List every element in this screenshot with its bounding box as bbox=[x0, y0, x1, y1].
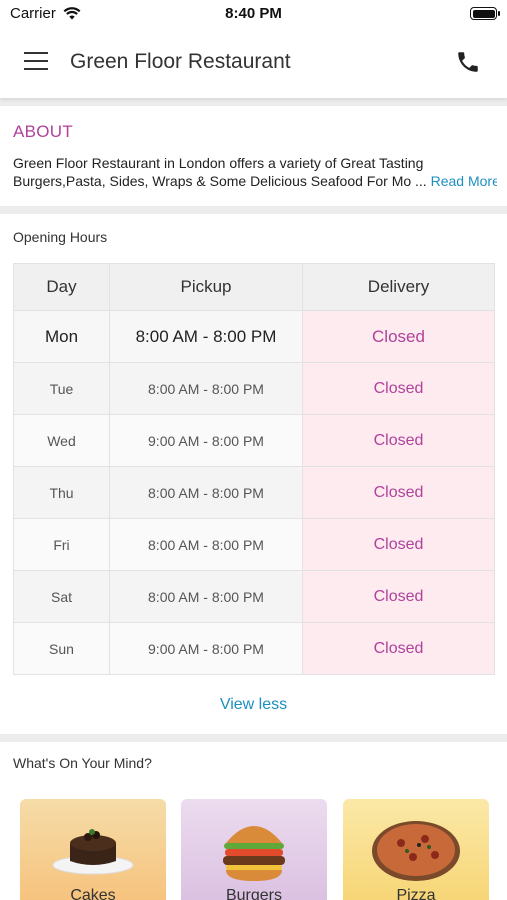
opening-hours-table: Day Pickup Delivery Mon 8:00 AM - 8:00 P… bbox=[13, 263, 495, 675]
category-label: Cakes bbox=[70, 887, 116, 900]
whats-on-your-mind-section: What's On Your Mind? Cakes Burgers Pizza bbox=[0, 742, 507, 900]
opening-hours-title: Opening Hours bbox=[13, 229, 108, 245]
read-more-link[interactable]: Read More bbox=[431, 173, 497, 189]
phone-icon[interactable] bbox=[455, 49, 481, 75]
pickup-cell: 8:00 AM - 8:00 PM bbox=[109, 518, 303, 571]
page-title: Green Floor Restaurant bbox=[70, 50, 291, 73]
day-cell: Sun bbox=[13, 622, 110, 675]
pickup-cell: 8:00 AM - 8:00 PM bbox=[109, 310, 303, 363]
view-less-link[interactable]: View less bbox=[0, 696, 507, 714]
hamburger-line bbox=[24, 68, 48, 70]
delivery-cell: Closed bbox=[302, 362, 495, 415]
delivery-cell: Closed bbox=[302, 310, 495, 363]
table-row: Tue 8:00 AM - 8:00 PM Closed bbox=[13, 362, 495, 415]
column-header-day: Day bbox=[13, 263, 110, 311]
delivery-cell: Closed bbox=[302, 466, 495, 519]
day-cell: Fri bbox=[13, 518, 110, 571]
column-header-pickup: Pickup bbox=[109, 263, 303, 311]
whats-on-your-mind-title: What's On Your Mind? bbox=[13, 755, 152, 771]
delivery-cell: Closed bbox=[302, 622, 495, 675]
about-line-2: Burgers,Pasta, Sides, Wraps & Some Delic… bbox=[13, 172, 497, 190]
day-cell: Thu bbox=[13, 466, 110, 519]
table-row: Sat 8:00 AM - 8:00 PM Closed bbox=[13, 570, 495, 623]
column-header-delivery: Delivery bbox=[302, 263, 495, 311]
about-line-1: Green Floor Restaurant in London offers … bbox=[13, 155, 424, 171]
status-time: 8:40 PM bbox=[225, 5, 282, 22]
pickup-cell: 9:00 AM - 8:00 PM bbox=[109, 414, 303, 467]
day-cell: Tue bbox=[13, 362, 110, 415]
pickup-cell: 8:00 AM - 8:00 PM bbox=[109, 466, 303, 519]
category-burgers[interactable]: Burgers bbox=[181, 799, 327, 900]
opening-hours-section: Opening Hours Day Pickup Delivery Mon 8:… bbox=[0, 214, 507, 734]
table-row: Wed 9:00 AM - 8:00 PM Closed bbox=[13, 414, 495, 467]
about-section: ABOUT Green Floor Restaurant in London o… bbox=[0, 106, 507, 206]
hamburger-line bbox=[24, 60, 48, 62]
hamburger-icon bbox=[24, 52, 48, 54]
day-cell: Sat bbox=[13, 570, 110, 623]
delivery-cell: Closed bbox=[302, 414, 495, 467]
category-cakes[interactable]: Cakes bbox=[20, 799, 166, 900]
pickup-cell: 8:00 AM - 8:00 PM bbox=[109, 362, 303, 415]
hamburger-menu-button[interactable] bbox=[24, 52, 48, 72]
pickup-cell: 9:00 AM - 8:00 PM bbox=[109, 622, 303, 675]
day-cell: Mon bbox=[13, 310, 110, 363]
nav-bar: Green Floor Restaurant bbox=[0, 28, 507, 98]
about-line-2-text: Burgers,Pasta, Sides, Wraps & Some Delic… bbox=[13, 173, 427, 189]
table-row: Thu 8:00 AM - 8:00 PM Closed bbox=[13, 466, 495, 519]
category-pizza[interactable]: Pizza bbox=[343, 799, 489, 900]
pizza-icon bbox=[372, 821, 460, 881]
status-bar: Carrier 8:40 PM bbox=[0, 0, 507, 28]
day-cell: Wed bbox=[13, 414, 110, 467]
delivery-cell: Closed bbox=[302, 518, 495, 571]
delivery-cell: Closed bbox=[302, 570, 495, 623]
category-label: Pizza bbox=[396, 887, 436, 900]
table-row: Fri 8:00 AM - 8:00 PM Closed bbox=[13, 518, 495, 571]
cake-icon bbox=[52, 829, 134, 875]
about-title: ABOUT bbox=[13, 122, 74, 141]
about-description: Green Floor Restaurant in London offers … bbox=[13, 154, 497, 190]
table-header-row: Day Pickup Delivery bbox=[13, 263, 495, 311]
burger-icon bbox=[223, 826, 285, 881]
table-row: Mon 8:00 AM - 8:00 PM Closed bbox=[13, 310, 495, 363]
battery-icon bbox=[470, 7, 500, 20]
table-row: Sun 9:00 AM - 8:00 PM Closed bbox=[13, 622, 495, 675]
pickup-cell: 8:00 AM - 8:00 PM bbox=[109, 570, 303, 623]
category-label: Burgers bbox=[225, 887, 283, 900]
